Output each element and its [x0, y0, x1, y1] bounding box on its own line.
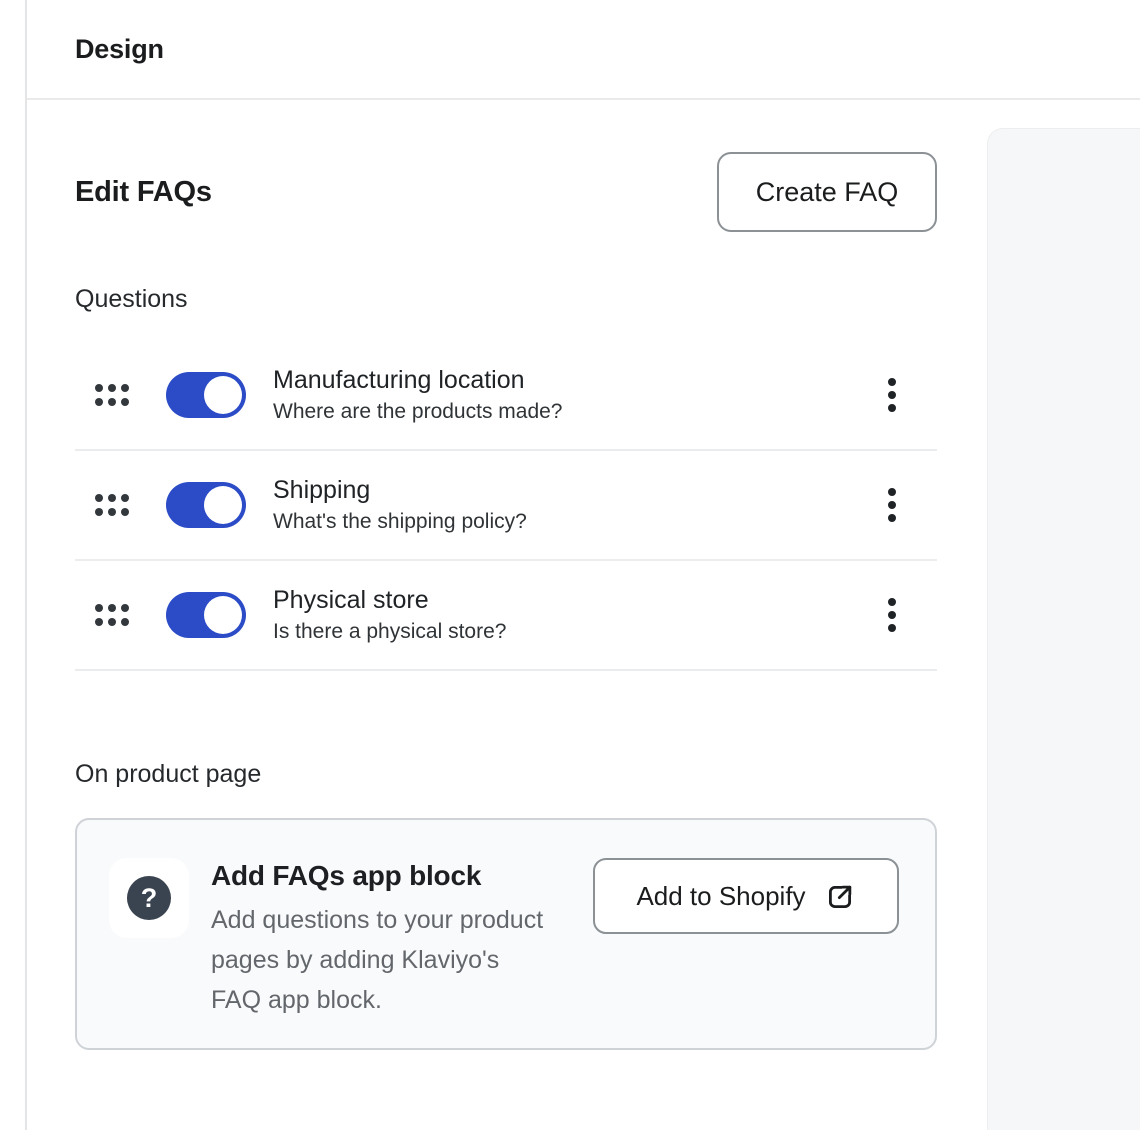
faq-title: Physical store — [273, 585, 506, 616]
faq-title: Manufacturing location — [273, 365, 563, 396]
more-options-icon[interactable] — [882, 372, 902, 418]
preview-panel — [987, 128, 1140, 1130]
edit-faqs-section: Edit FAQs Create FAQ Questions Manufactu… — [75, 152, 937, 1050]
faq-enabled-toggle[interactable] — [166, 372, 246, 418]
drag-handle-icon[interactable] — [95, 384, 129, 406]
faq-enabled-toggle[interactable] — [166, 482, 246, 528]
faq-question: Where are the products made? — [273, 398, 563, 425]
question-mark-icon: ? — [109, 858, 189, 938]
faq-question: What's the shipping policy? — [273, 508, 527, 535]
faq-title: Shipping — [273, 475, 527, 506]
design-page: Design Edit FAQs Create FAQ Questions Ma… — [0, 0, 1140, 1130]
page-header: Design — [27, 0, 1140, 100]
add-to-shopify-label: Add to Shopify — [636, 881, 805, 912]
faq-row: Manufacturing location Where are the pro… — [75, 341, 937, 451]
section-header: Edit FAQs Create FAQ — [75, 152, 937, 232]
app-block-description: Add questions to your product pages by a… — [211, 900, 546, 1020]
page-title: Design — [75, 34, 164, 65]
on-product-page-label: On product page — [75, 762, 937, 787]
left-panel-divider — [25, 0, 27, 1130]
more-options-icon[interactable] — [882, 592, 902, 638]
toggle-knob — [204, 376, 242, 414]
create-faq-button[interactable]: Create FAQ — [717, 152, 937, 232]
faq-row: Shipping What's the shipping policy? — [75, 451, 937, 561]
add-to-shopify-button[interactable]: Add to Shopify — [593, 858, 899, 934]
toggle-knob — [204, 486, 242, 524]
questions-label: Questions — [75, 287, 937, 312]
more-options-icon[interactable] — [882, 482, 902, 528]
app-block-title: Add FAQs app block — [211, 860, 546, 892]
section-heading: Edit FAQs — [75, 176, 212, 209]
faq-text: Physical store Is there a physical store… — [273, 585, 506, 645]
faq-text: Shipping What's the shipping policy? — [273, 475, 527, 535]
app-block-card: ? Add FAQs app block Add questions to yo… — [75, 818, 937, 1050]
faq-enabled-toggle[interactable] — [166, 592, 246, 638]
app-block-text: Add FAQs app block Add questions to your… — [211, 858, 546, 1020]
drag-handle-icon[interactable] — [95, 604, 129, 626]
drag-handle-icon[interactable] — [95, 494, 129, 516]
faq-text: Manufacturing location Where are the pro… — [273, 365, 563, 425]
faq-question: Is there a physical store? — [273, 618, 506, 645]
toggle-knob — [204, 596, 242, 634]
external-link-icon — [824, 881, 856, 913]
faq-list: Manufacturing location Where are the pro… — [75, 341, 937, 671]
faq-row: Physical store Is there a physical store… — [75, 561, 937, 671]
question-mark-glyph: ? — [127, 876, 171, 920]
